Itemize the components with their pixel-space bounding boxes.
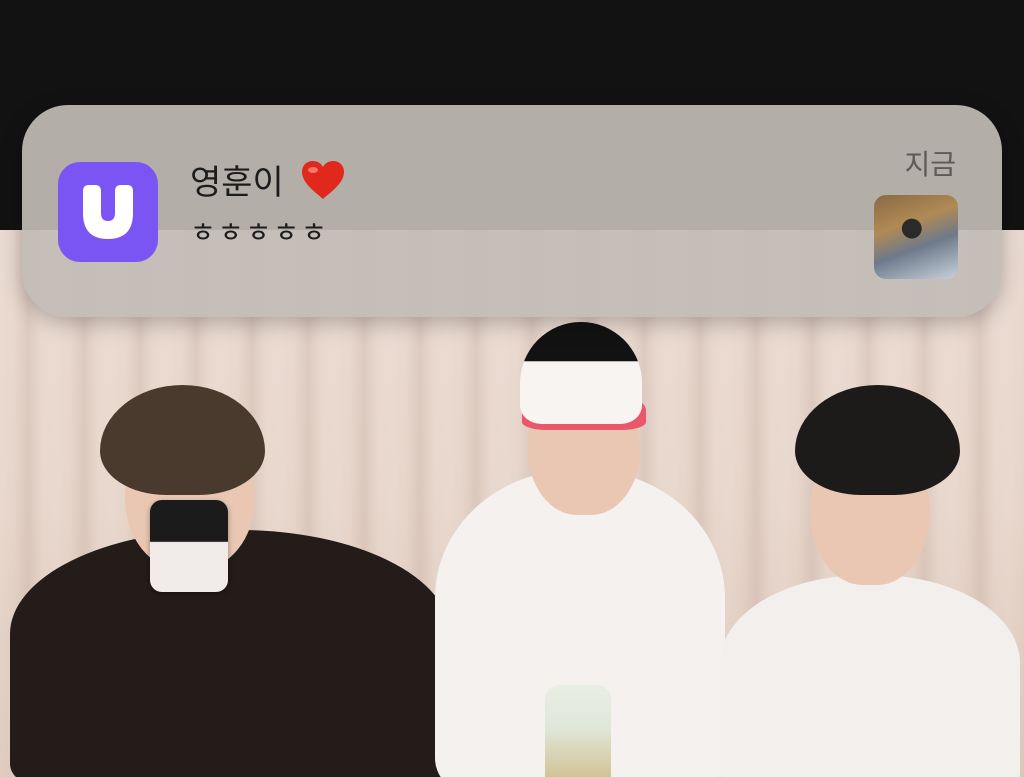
bottle <box>545 685 611 777</box>
person-left-hair <box>100 385 265 495</box>
sender-name: 영훈이 <box>190 163 284 203</box>
notification-sender: 영훈이 <box>190 155 346 204</box>
person-right-body <box>720 575 1020 777</box>
notification-message: ㅎㅎㅎㅎㅎ <box>190 216 329 249</box>
weverse-u-icon <box>83 185 133 239</box>
push-notification[interactable]: 영훈이 ㅎㅎㅎㅎㅎ 지금 <box>22 105 1002 317</box>
phone-icon <box>150 500 228 592</box>
headband <box>520 322 642 424</box>
notification-timestamp: 지금 <box>904 148 956 181</box>
heart-emoji-icon <box>301 160 344 199</box>
weverse-app-icon <box>58 162 158 262</box>
person-left-body <box>10 530 450 777</box>
screen: 영훈이 ㅎㅎㅎㅎㅎ 지금 <box>0 0 1024 777</box>
notification-thumbnail <box>874 195 958 279</box>
person-right-hair <box>795 385 960 495</box>
